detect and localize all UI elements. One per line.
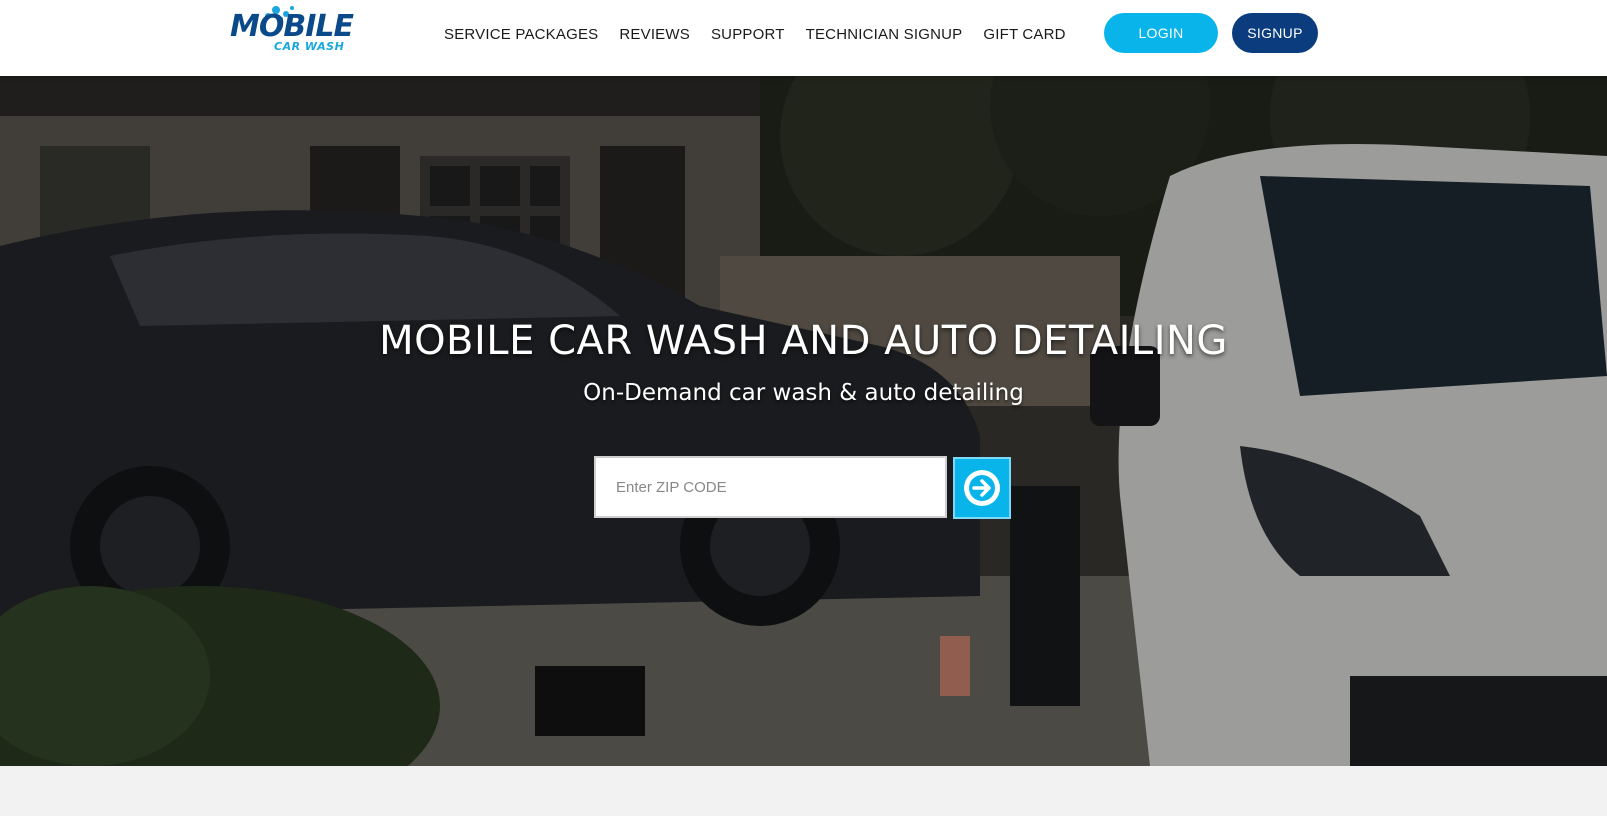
- login-button[interactable]: LOGIN: [1104, 13, 1218, 53]
- hero-title: MOBILE CAR WASH AND AUTO DETAILING: [379, 318, 1228, 364]
- nav-support[interactable]: SUPPORT: [711, 24, 785, 46]
- nav-service-packages[interactable]: SERVICE PACKAGES: [444, 24, 598, 46]
- nav-technician-signup[interactable]: TECHNICIAN SIGNUP: [806, 24, 963, 46]
- signup-button[interactable]: SIGNUP: [1232, 13, 1318, 53]
- zip-code-input[interactable]: [594, 456, 947, 518]
- logo-subtitle: CAR WASH: [274, 40, 345, 53]
- hero-subtitle: On-Demand car wash & auto detailing: [583, 380, 1024, 406]
- next-section-strip: [0, 766, 1607, 816]
- nav-gift-card[interactable]: GIFT CARD: [983, 24, 1065, 46]
- zip-submit-button[interactable]: [953, 457, 1011, 519]
- mobile-car-wash-logo[interactable]: MOBILE CAR WASH: [230, 4, 390, 54]
- logo-wordmark: MOBILE: [230, 9, 354, 44]
- hero-dark-overlay: [0, 76, 1607, 766]
- nav-reviews[interactable]: REVIEWS: [619, 24, 690, 46]
- hero-section: MOBILE CAR WASH AND AUTO DETAILING On-De…: [0, 76, 1607, 766]
- site-header: MOBILE CAR WASH SERVICE PACKAGES REVIEWS…: [0, 0, 1607, 76]
- main-nav: SERVICE PACKAGES REVIEWS SUPPORT TECHNIC…: [444, 24, 1087, 46]
- arrow-right-circle-icon: [964, 470, 1000, 506]
